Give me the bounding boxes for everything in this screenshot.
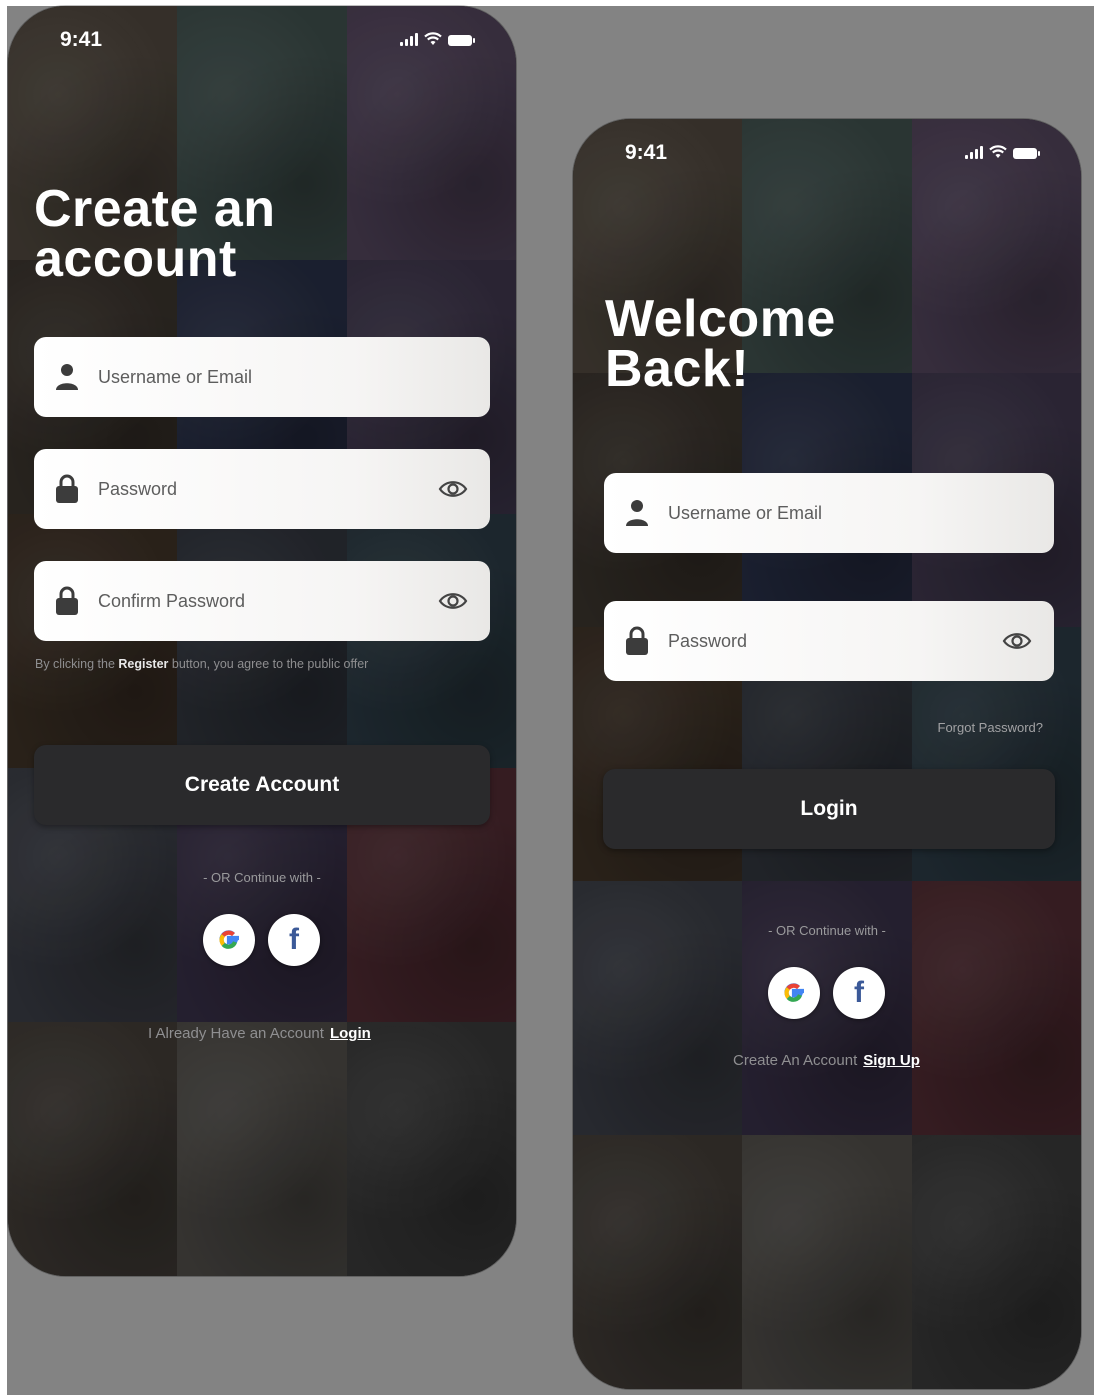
- login-prompt-text: I Already Have an Account: [148, 1025, 324, 1042]
- password-input[interactable]: [96, 477, 400, 501]
- signup-prompt: Create An Account Sign Up: [733, 1052, 920, 1069]
- username-input[interactable]: [96, 365, 400, 389]
- password-field[interactable]: [34, 449, 490, 529]
- title-line: account: [34, 230, 237, 288]
- eye-icon[interactable]: [438, 587, 468, 615]
- login-prompt: I Already Have an Account Login: [148, 1025, 371, 1042]
- or-continue-text: - OR Continue with -: [203, 870, 321, 885]
- title-line: Welcome: [605, 290, 836, 348]
- frame-left-border: [0, 0, 7, 1395]
- facebook-icon: f: [854, 976, 864, 1009]
- eye-icon[interactable]: [1002, 627, 1032, 655]
- password-field[interactable]: [604, 601, 1054, 681]
- lock-icon: [624, 626, 650, 656]
- terms-suffix: button, you agree to the public offer: [171, 657, 369, 671]
- username-field[interactable]: [604, 473, 1054, 553]
- google-icon: [219, 930, 239, 949]
- google-login-button[interactable]: [203, 914, 255, 966]
- status-time: 9:41: [625, 141, 668, 164]
- user-icon: [624, 498, 650, 528]
- or-continue-text: - OR Continue with -: [768, 923, 886, 938]
- facebook-icon: f: [289, 923, 299, 956]
- google-icon: [784, 983, 804, 1002]
- battery-icon: [1013, 148, 1040, 159]
- login-button[interactable]: Login: [603, 769, 1055, 849]
- status-time: 9:41: [60, 28, 103, 51]
- battery-icon: [448, 35, 475, 46]
- google-login-button[interactable]: [768, 967, 820, 1019]
- lock-icon: [54, 586, 80, 616]
- title-line: Back!: [605, 340, 750, 398]
- signup-link[interactable]: Sign Up: [863, 1052, 920, 1069]
- terms-text: By clicking the Register button, you agr…: [35, 657, 368, 671]
- confirm-password-input[interactable]: [96, 589, 400, 613]
- page-title: Welcome Back!: [605, 290, 836, 398]
- eye-icon[interactable]: [438, 475, 468, 503]
- password-input[interactable]: [666, 629, 970, 653]
- signup-prompt-text: Create An Account: [733, 1052, 858, 1069]
- username-field[interactable]: [34, 337, 490, 417]
- username-input[interactable]: [666, 501, 970, 525]
- facebook-login-button[interactable]: f: [833, 967, 885, 1019]
- confirm-password-field[interactable]: [34, 561, 490, 641]
- create-account-button[interactable]: Create Account: [34, 745, 490, 825]
- wifi-icon: [424, 32, 442, 45]
- page-title: Create an account: [34, 180, 276, 288]
- cellular-signal-icon: [400, 33, 418, 46]
- signup-screen: 9:41 Create an account By clicking the R…: [8, 6, 516, 1276]
- status-icons: [400, 32, 475, 46]
- forgot-password-link[interactable]: Forgot Password?: [938, 720, 1044, 735]
- lock-icon: [54, 474, 80, 504]
- cellular-signal-icon: [965, 146, 983, 159]
- terms-register: Register: [118, 657, 169, 671]
- login-screen: 9:41 Welcome Back! Forgot Password? Logi…: [573, 119, 1081, 1389]
- login-link[interactable]: Login: [330, 1025, 371, 1042]
- title-line: Create an: [34, 180, 276, 238]
- terms-prefix: By clicking the: [35, 657, 115, 671]
- status-icons: [965, 145, 1040, 159]
- facebook-login-button[interactable]: f: [268, 914, 320, 966]
- user-icon: [54, 362, 80, 392]
- wifi-icon: [989, 145, 1007, 158]
